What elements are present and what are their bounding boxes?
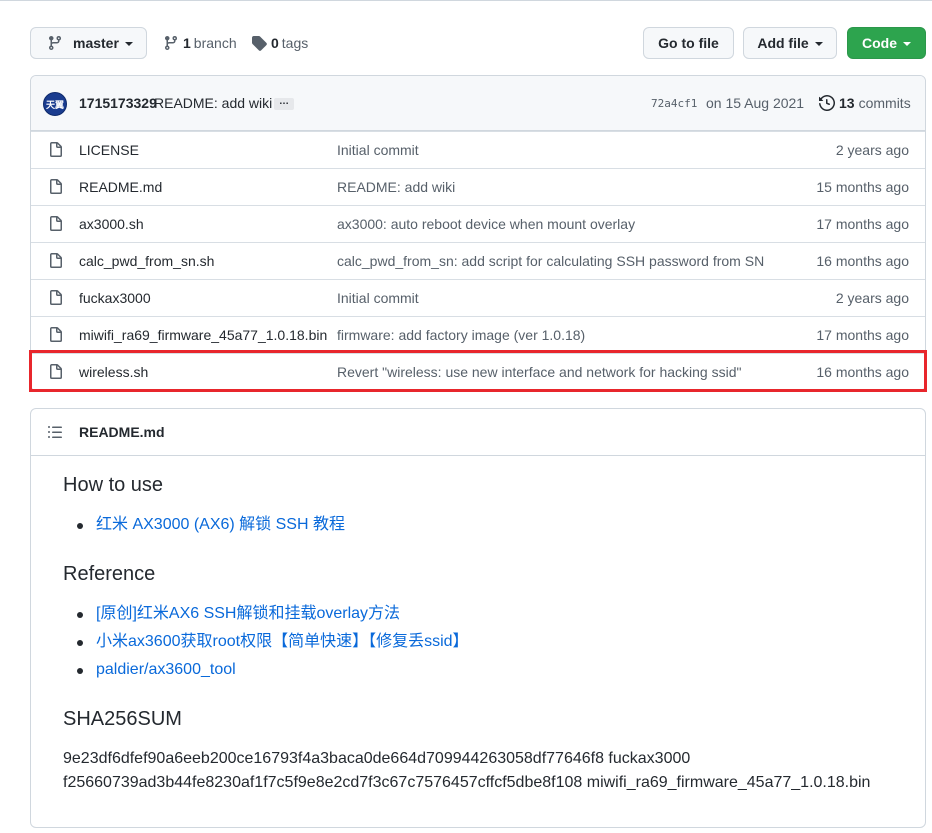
sha-line: f25660739ad3b44fe8230af1f7c5f9e8e2cd7f3c… (63, 774, 871, 791)
branch-word: branch (193, 35, 237, 51)
list-item: [原创]红米AX6 SSH解锁和挂载overlay方法 (63, 603, 469, 631)
repo-toolbar: master 1 branch 0 tags Go to file Add fi… (30, 27, 926, 59)
file-icon (48, 290, 64, 306)
git-branch-icon (163, 35, 179, 51)
chevron-down-icon (814, 42, 823, 46)
file-icon (48, 364, 64, 380)
reference-list: [原创]红米AX6 SSH解锁和挂载overlay方法 小米ax3600获取ro… (63, 603, 469, 687)
commit-author-link[interactable]: 1715173329 (79, 95, 157, 111)
file-age: 17 months ago (816, 216, 909, 232)
file-commit-message-link[interactable]: calc_pwd_from_sn: add script for calcula… (337, 253, 764, 269)
commits-history-link[interactable]: 13 commits (819, 95, 911, 111)
commit-sha-link[interactable]: 72a4cf1 (651, 97, 697, 110)
file-row[interactable]: LICENSE Initial commit 2 years ago (31, 131, 925, 168)
list-item: 小米ax3600获取root权限【简单快速】【修复丢ssid】 (63, 631, 469, 659)
file-icon (48, 327, 64, 343)
file-row[interactable]: fuckax3000 Initial commit 2 years ago (31, 279, 925, 316)
heading-how-to-use: How to use (63, 474, 164, 496)
commit-count: 13 (839, 95, 855, 111)
file-age: 17 months ago (816, 327, 909, 343)
file-name-link[interactable]: wireless.sh (79, 364, 148, 380)
add-file-label: Add file (757, 35, 809, 51)
file-age: 16 months ago (816, 253, 909, 269)
file-list-box: 天翼 1715173329 README: add wiki … 72a4cf1… (30, 75, 926, 391)
file-name-link[interactable]: miwifi_ra69_firmware_45a77_1.0.18.bin (79, 327, 327, 343)
file-commit-message-link[interactable]: ax3000: auto reboot device when mount ov… (337, 216, 635, 232)
branch-count: 1 (183, 35, 191, 51)
file-row[interactable]: miwifi_ra69_firmware_45a77_1.0.18.bin fi… (31, 316, 925, 353)
file-icon (48, 179, 64, 195)
file-commit-message-link[interactable]: Initial commit (337, 142, 419, 158)
file-icon (48, 253, 64, 269)
readme-link[interactable]: paldier/ax3600_tool (96, 661, 236, 678)
code-button[interactable]: Code (847, 27, 926, 59)
file-name-link[interactable]: README.md (79, 179, 162, 195)
file-commit-message-link[interactable]: README: add wiki (337, 179, 455, 195)
file-row[interactable]: wireless.sh Revert "wireless: use new in… (31, 353, 925, 390)
file-icon (48, 142, 64, 158)
code-label: Code (862, 35, 897, 51)
file-icon (48, 216, 64, 232)
file-name-link[interactable]: calc_pwd_from_sn.sh (79, 253, 214, 269)
file-age: 2 years ago (835, 142, 909, 158)
list-unordered-icon[interactable] (47, 424, 63, 440)
commit-date: on 15 Aug 2021 (706, 95, 805, 111)
sha-line: 9e23df6dfef90a6eeb200ce16793f4a3baca0de6… (63, 750, 691, 767)
add-file-button[interactable]: Add file (743, 27, 837, 59)
list-item: 红米 AX3000 (AX6) 解锁 SSH 教程 (63, 514, 345, 542)
history-icon (819, 95, 835, 111)
file-commit-message-link[interactable]: Revert "wireless: use new interface and … (337, 364, 741, 380)
file-commit-message-link[interactable]: Initial commit (337, 290, 419, 306)
file-age: 2 years ago (835, 290, 909, 306)
top-divider (0, 0, 932, 1)
file-row[interactable]: ax3000.sh ax3000: auto reboot device whe… (31, 205, 925, 242)
commit-message-link[interactable]: README: add wiki (154, 95, 272, 111)
list-item: paldier/ax3600_tool (63, 659, 469, 687)
file-commit-message-link[interactable]: firmware: add factory image (ver 1.0.18) (337, 327, 585, 343)
commit-word: commits (858, 95, 911, 111)
file-row[interactable]: README.md README: add wiki 15 months ago (31, 168, 925, 205)
file-name-link[interactable]: ax3000.sh (79, 216, 144, 232)
branch-select-button[interactable]: master (30, 27, 147, 59)
go-to-file-button[interactable]: Go to file (643, 27, 734, 59)
readme-header: README.md (31, 409, 925, 456)
tags-count: 0 (271, 35, 279, 51)
readme-link[interactable]: [原创]红米AX6 SSH解锁和挂载overlay方法 (96, 605, 400, 622)
chevron-down-icon (124, 42, 133, 46)
readme-box: README.md How to use 红米 AX3000 (AX6) 解锁 … (30, 408, 926, 828)
readme-title-link[interactable]: README.md (79, 424, 165, 440)
branch-name: master (73, 35, 119, 51)
file-row[interactable]: calc_pwd_from_sn.sh calc_pwd_from_sn: ad… (31, 242, 925, 279)
branches-link[interactable]: 1 branch (163, 27, 237, 59)
file-age: 16 months ago (816, 364, 909, 380)
tags-word: tags (281, 35, 309, 51)
readme-link[interactable]: 小米ax3600获取root权限【简单快速】【修复丢ssid】 (96, 633, 469, 650)
heading-reference: Reference (63, 563, 156, 585)
latest-commit-bar: 天翼 1715173329 README: add wiki … 72a4cf1… (31, 76, 925, 131)
file-age: 15 months ago (816, 179, 909, 195)
chevron-down-icon (903, 42, 911, 46)
commit-expand-button[interactable]: … (274, 97, 294, 110)
heading-sha256sum: SHA256SUM (63, 708, 182, 730)
git-branch-icon (47, 35, 63, 51)
file-name-link[interactable]: LICENSE (79, 142, 139, 158)
tag-icon (251, 35, 267, 51)
file-name-link[interactable]: fuckax3000 (79, 290, 151, 306)
how-to-use-list: 红米 AX3000 (AX6) 解锁 SSH 教程 (63, 514, 345, 542)
avatar[interactable]: 天翼 (43, 92, 67, 116)
tags-link[interactable]: 0 tags (251, 27, 308, 59)
readme-link[interactable]: 红米 AX3000 (AX6) 解锁 SSH 教程 (96, 516, 345, 533)
